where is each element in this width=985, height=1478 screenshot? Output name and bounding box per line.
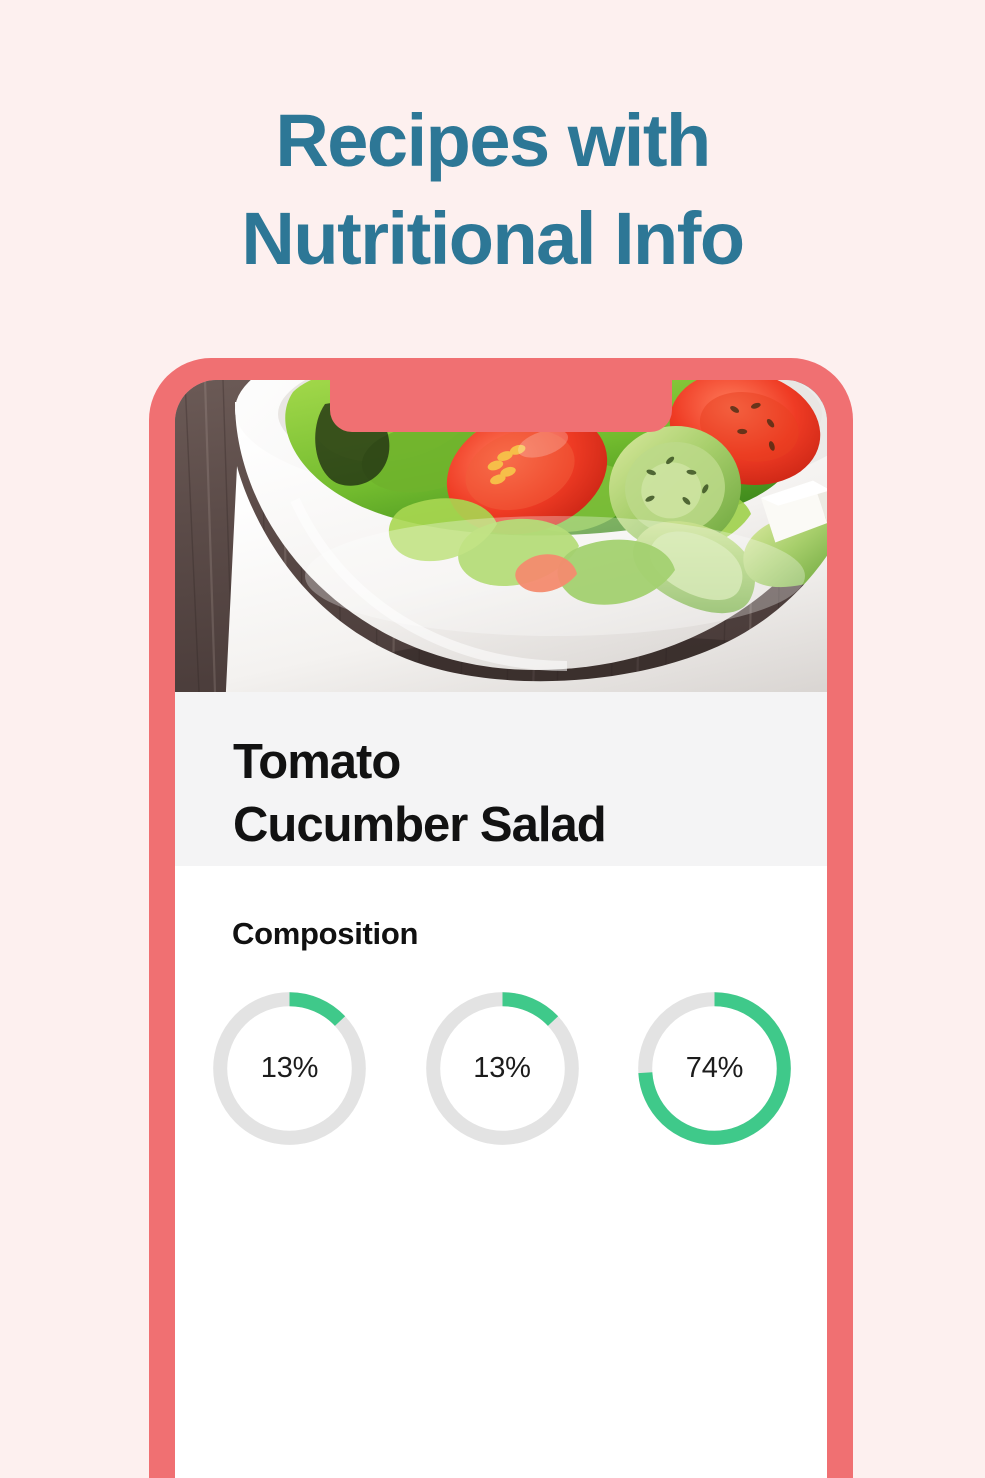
headline-line-2: Nutritional Info: [241, 197, 745, 281]
donut-chart-3-value: 74%: [685, 1052, 744, 1084]
page-title: Recipes with Nutritional Info: [0, 92, 985, 289]
phone-mockup-frame: Tomato Cucumber Salad 10 m | Serves 1: [149, 358, 853, 1478]
donut-chart-2: 13%: [420, 986, 585, 1151]
recipe-hero-image: [175, 380, 827, 692]
phone-notch: [330, 380, 672, 432]
recipe-info-panel: Tomato Cucumber Salad 10 m | Serves 1: [175, 692, 827, 1067]
composition-section: Composition 13% 13% 74%: [175, 866, 827, 1478]
headline-line-1: Recipes with: [275, 99, 711, 182]
composition-donut-charts: 13% 13% 74%: [207, 986, 797, 1151]
phone-screen: Tomato Cucumber Salad 10 m | Serves 1: [175, 380, 827, 1478]
recipe-title-line-1: Tomato: [233, 735, 401, 789]
app-store-screenshot: Recipes with Nutritional Info Tomato Cuc…: [0, 0, 985, 1478]
recipe-title-line-2: Cucumber Salad: [233, 797, 607, 852]
donut-chart-3: 74%: [632, 986, 797, 1151]
donut-chart-1: 13%: [207, 986, 372, 1151]
recipe-title: Tomato Cucumber Salad: [233, 731, 793, 856]
donut-chart-1-value: 13%: [260, 1052, 319, 1084]
donut-chart-2-value: 13%: [473, 1052, 531, 1084]
composition-heading: Composition: [232, 916, 419, 951]
